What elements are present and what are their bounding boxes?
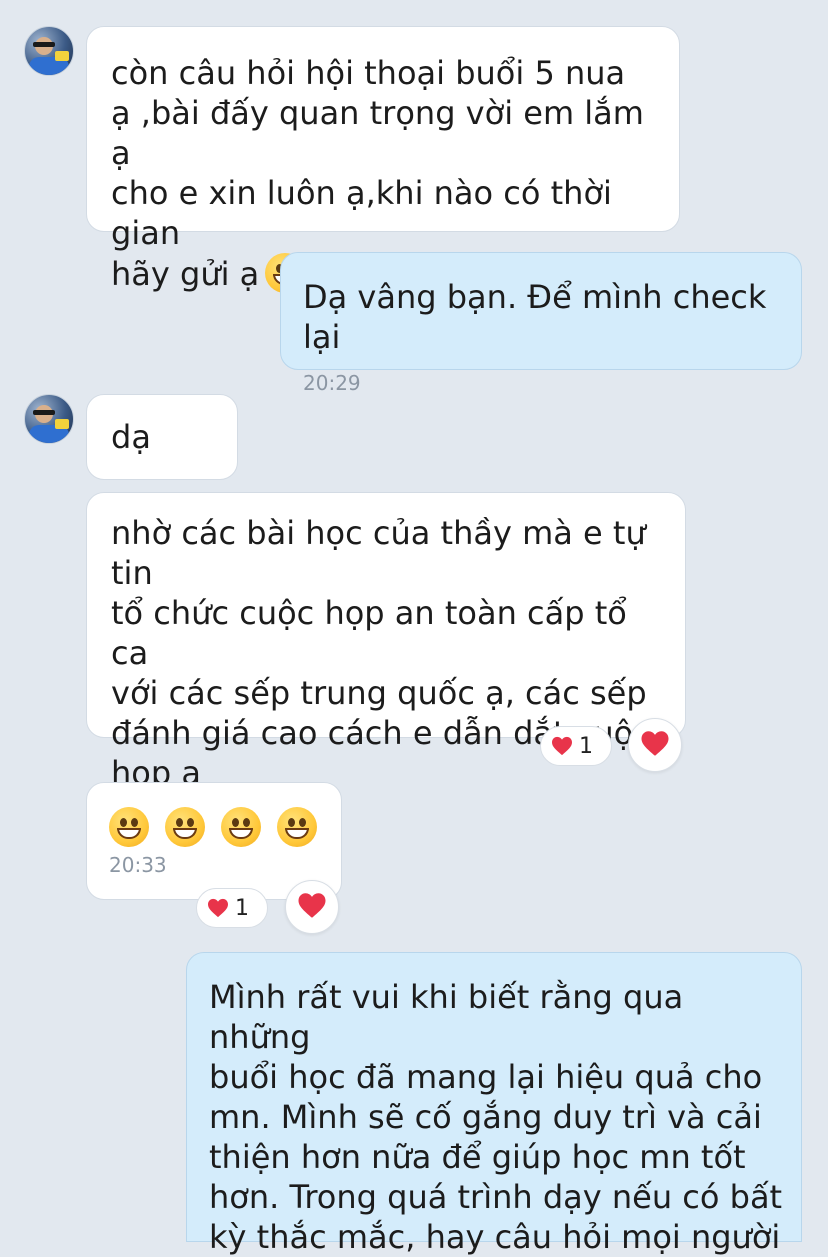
heart-icon [207, 898, 229, 918]
message-timestamp: 20:29 [303, 371, 361, 395]
avatar-glasses [33, 410, 55, 415]
reaction-count: 1 [579, 733, 593, 759]
react-heart-button[interactable] [285, 880, 339, 934]
grinning-face-icon [165, 807, 205, 847]
grinning-face-icon [221, 807, 261, 847]
grinning-face-icon [109, 807, 149, 847]
avatar-sign [55, 419, 69, 429]
message-bubble-outgoing[interactable]: Mình rất vui khi biết rằng qua những buổ… [186, 952, 802, 1256]
emoji-group [109, 807, 341, 847]
message-text: Mình rất vui khi biết rằng qua những buổ… [209, 978, 783, 1256]
avatar-sign [55, 51, 69, 61]
avatar-glasses [33, 42, 55, 47]
message-bubble-incoming[interactable]: nhờ các bài học của thầy mà e tự tin tổ … [86, 492, 686, 792]
heart-icon [297, 892, 327, 923]
reaction-count-badge[interactable]: 1 [540, 726, 612, 766]
message-bubble-incoming[interactable]: dạ [86, 394, 238, 480]
message-bubble-incoming[interactable]: còn câu hỏi hội thoại buổi 5 nua ạ ,bài … [86, 26, 680, 293]
sender-avatar[interactable] [24, 394, 74, 444]
reaction-count-badge[interactable]: 1 [196, 888, 268, 928]
message-bubble-outgoing[interactable]: Dạ vâng bạn. Để mình check lại 20:29 [280, 252, 802, 395]
message-timestamp: 20:33 [109, 853, 167, 877]
reaction-count: 1 [235, 895, 249, 921]
grinning-face-icon [277, 807, 317, 847]
sender-avatar[interactable] [24, 26, 74, 76]
heart-icon [640, 730, 670, 761]
message-text: Dạ vâng bạn. Để mình check lại [303, 278, 767, 356]
react-heart-button[interactable] [628, 718, 682, 772]
heart-icon [551, 736, 573, 756]
message-text: dạ [111, 418, 151, 456]
